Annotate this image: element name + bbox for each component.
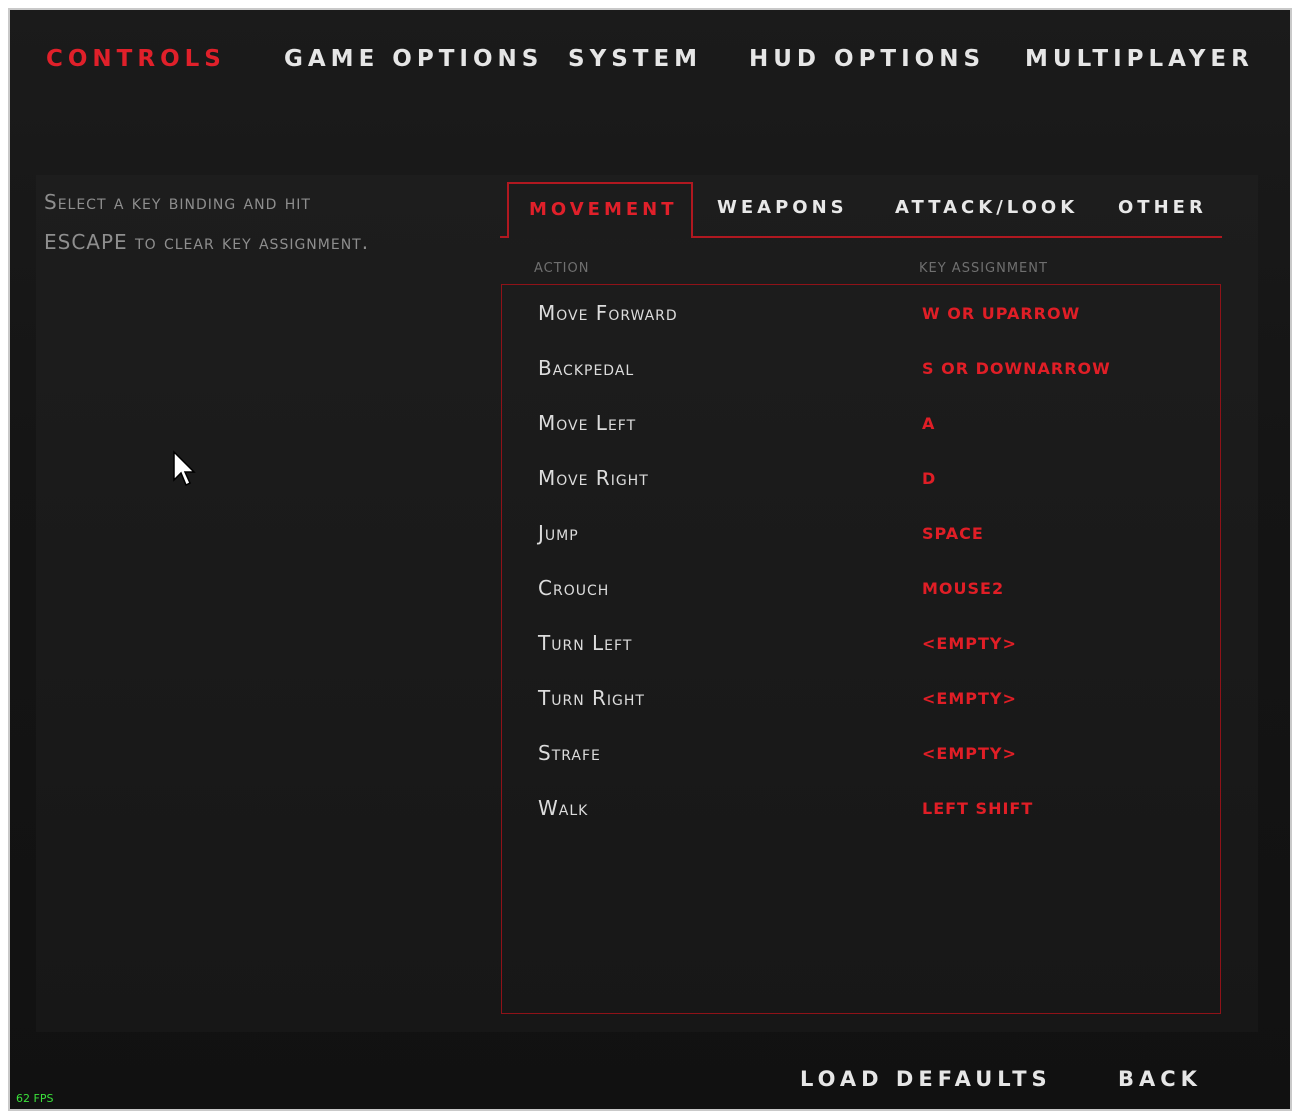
binding-row-move-right[interactable]: Move Right D: [502, 454, 1220, 509]
tab-system[interactable]: SYSTEM: [568, 46, 702, 72]
binding-row-move-left[interactable]: Move Left A: [502, 399, 1220, 454]
binding-row-turn-left[interactable]: Turn Left <EMPTY>: [502, 619, 1220, 674]
binding-row-turn-right[interactable]: Turn Right <EMPTY>: [502, 674, 1220, 729]
binding-key: A: [922, 414, 936, 433]
binding-key: <EMPTY>: [922, 689, 1017, 708]
binding-row-backpedal[interactable]: Backpedal S OR DOWNARROW: [502, 344, 1220, 399]
load-defaults-button[interactable]: LOAD DEFAULTS: [800, 1067, 1052, 1091]
binding-action: Backpedal: [538, 356, 635, 380]
key-binding-list: Move Forward W OR UPARROW Backpedal S OR…: [501, 284, 1221, 1014]
column-header-action: ACTION: [534, 261, 590, 276]
tab-game-options[interactable]: GAME OPTIONS: [284, 46, 543, 72]
instruction-line-2: ESCAPE to clear key assignment.: [44, 230, 370, 254]
binding-row-walk[interactable]: Walk LEFT SHIFT: [502, 784, 1220, 839]
subtab-movement[interactable]: MOVEMENT: [507, 182, 693, 238]
binding-key: SPACE: [922, 524, 984, 543]
binding-key: W OR UPARROW: [922, 304, 1081, 323]
binding-action: Move Left: [538, 411, 637, 435]
binding-key: S OR DOWNARROW: [922, 359, 1111, 378]
binding-key: <EMPTY>: [922, 744, 1017, 763]
subtab-attack-look[interactable]: ATTACK/LOOK: [895, 197, 1078, 218]
binding-action: Turn Right: [538, 686, 645, 710]
binding-action: Turn Left: [538, 631, 633, 655]
game-options-window: CONTROLS GAME OPTIONS SYSTEM HUD OPTIONS…: [8, 8, 1292, 1111]
binding-action: Move Right: [538, 466, 649, 490]
tab-multiplayer[interactable]: MULTIPLAYER: [1025, 46, 1254, 72]
binding-key: <EMPTY>: [922, 634, 1017, 653]
binding-row-strafe[interactable]: Strafe <EMPTY>: [502, 729, 1220, 784]
binding-action: Crouch: [538, 576, 610, 600]
top-tab-bar: CONTROLS GAME OPTIONS SYSTEM HUD OPTIONS…: [10, 46, 1290, 86]
binding-action: Jump: [538, 521, 579, 545]
instruction-line-1: Select a key binding and hit: [44, 190, 311, 214]
back-button[interactable]: BACK: [1118, 1067, 1202, 1091]
binding-category-tabs: MOVEMENT WEAPONS ATTACK/LOOK OTHER: [500, 182, 1222, 238]
subtab-other[interactable]: OTHER: [1118, 197, 1207, 218]
binding-action: Walk: [538, 796, 589, 820]
instruction-text: Select a key binding and hit ESCAPE to c…: [44, 182, 464, 262]
binding-action: Move Forward: [538, 301, 678, 325]
tab-hud-options[interactable]: HUD OPTIONS: [749, 46, 985, 72]
column-header-key-assignment: KEY ASSIGNMENT: [919, 261, 1048, 276]
fps-counter: 62 FPS: [16, 1092, 54, 1105]
binding-row-jump[interactable]: Jump SPACE: [502, 509, 1220, 564]
binding-key: LEFT SHIFT: [922, 799, 1034, 818]
binding-key: MOUSE2: [922, 579, 1005, 598]
binding-action: Strafe: [538, 741, 601, 765]
binding-key: D: [922, 469, 937, 488]
binding-row-crouch[interactable]: Crouch MOUSE2: [502, 564, 1220, 619]
subtab-weapons[interactable]: WEAPONS: [717, 197, 848, 218]
binding-row-move-forward[interactable]: Move Forward W OR UPARROW: [502, 289, 1220, 344]
tab-controls[interactable]: CONTROLS: [46, 46, 226, 72]
mouse-cursor-icon: [173, 450, 196, 487]
